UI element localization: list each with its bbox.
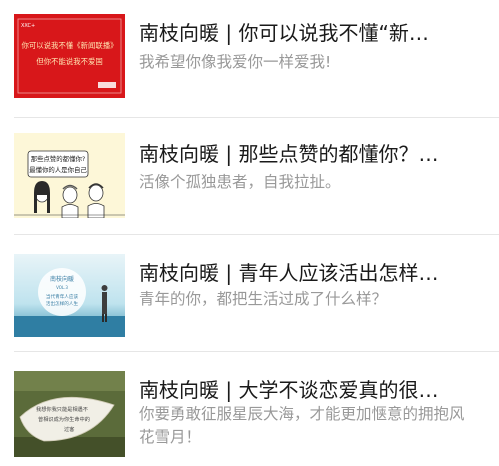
article-digest: 我希望你像我爱你一样爱我!: [139, 53, 332, 71]
article-item[interactable]: XXC+ 你可以说我不懂《新闻联播》 但你不能说我不爱国 南枝向暖 | 你可以说…: [0, 0, 499, 108]
article-item[interactable]: 我想你我只能是相遇不 曾相识成为你生命中的 过客 南枝向暖 | 大学不谈恋爱真的…: [0, 352, 499, 466]
thumb-caption-line: 那些点赞的都懂你?: [31, 154, 86, 163]
thumb-caption-line: 南枝向暖: [50, 275, 74, 283]
thumb-caption-line: 活出怎样的人生: [46, 300, 79, 307]
article-title[interactable]: 南枝向暖 | 青年人应该活出怎样…: [139, 260, 479, 286]
article-digest: 你要勇敢征服星辰大海，才能更加惬意的拥抱风花雪月！: [139, 405, 465, 446]
thumb-caption-line: VOL.3: [56, 285, 68, 290]
thumb-caption-line: 过客: [64, 425, 74, 433]
article-title[interactable]: 南枝向暖 | 你可以说我不懂“新…: [139, 20, 479, 46]
thumb-caption-line: 我想你我只能是相遇不: [36, 405, 88, 413]
article-item[interactable]: 南枝向暖 VOL.3 当代青年人应该 活出怎样的人生 南枝向暖 | 青年人应该活…: [0, 235, 499, 343]
article-digest: 青年的你，都把生活过成了什么样？: [139, 290, 388, 308]
article-thumbnail[interactable]: XXC+ 你可以说我不懂《新闻联播》 但你不能说我不爱国: [14, 14, 125, 98]
thumb-caption-line: 当代青年人应该: [46, 293, 79, 300]
thumb-badge: XXC+: [21, 23, 35, 29]
thumb-caption-line: 你可以说我不懂《新闻联播》: [21, 41, 117, 50]
article-digest: 活像个孤独患者，自我拉扯。: [139, 173, 341, 191]
leaf-handwriting-image: 我想你我只能是相遇不 曾相识成为你生命中的 过客: [14, 371, 125, 457]
thumb-caption-line: 但你不能说我不爱国: [36, 57, 103, 66]
article-title[interactable]: 南枝向暖 | 那些点赞的都懂你？…: [139, 141, 479, 167]
article-thumbnail[interactable]: 我想你我只能是相遇不 曾相识成为你生命中的 过客: [14, 371, 125, 457]
article-title[interactable]: 南枝向暖 | 大学不谈恋爱真的很…: [139, 377, 479, 403]
cartoon-people-image: 那些点赞的都懂你? 最懂你的人是你自己: [14, 133, 125, 218]
article-thumbnail[interactable]: 那些点赞的都懂你? 最懂你的人是你自己: [14, 133, 125, 218]
article-item[interactable]: 那些点赞的都懂你? 最懂你的人是你自己 南枝向暖 | 那些点赞的都懂你？… 活像…: [0, 118, 499, 226]
article-thumbnail[interactable]: 南枝向暖 VOL.3 当代青年人应该 活出怎样的人生: [14, 254, 125, 337]
thumb-caption-line: 最懂你的人是你自己: [29, 165, 87, 174]
sea-horizon-image: 南枝向暖 VOL.3 当代青年人应该 活出怎样的人生: [14, 254, 125, 337]
red-card-image: XXC+ 你可以说我不懂《新闻联播》 但你不能说我不爱国: [14, 14, 125, 98]
thumb-caption-line: 曾相识成为你生命中的: [38, 415, 90, 423]
